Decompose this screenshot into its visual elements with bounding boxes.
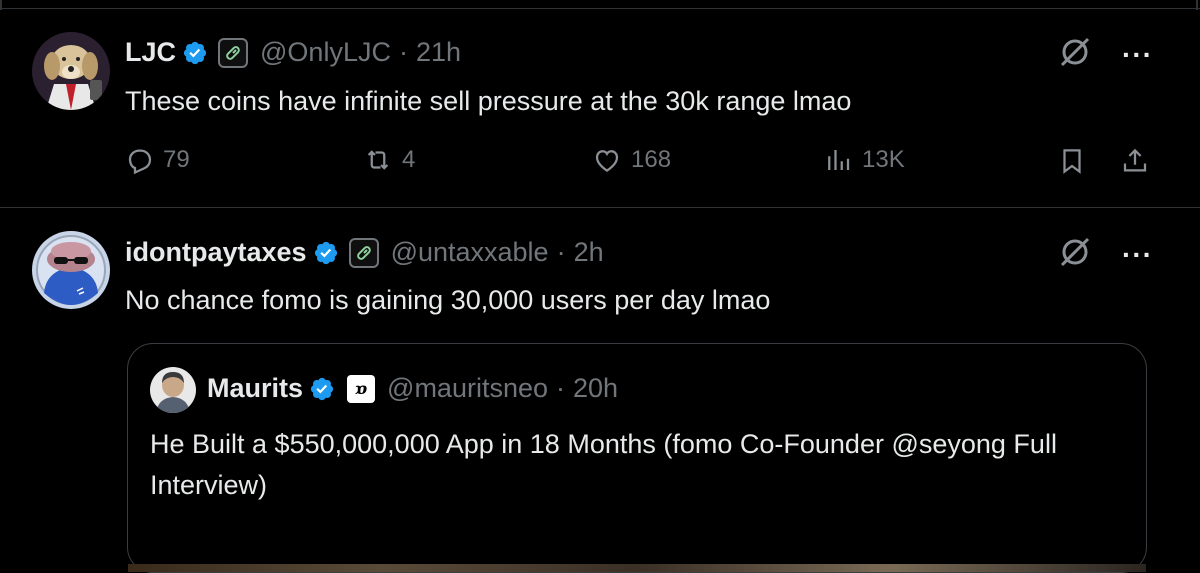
like-count: 168 [631, 146, 672, 173]
quote-media-thumbnail[interactable] [128, 564, 1146, 572]
reply-icon [128, 149, 152, 175]
bookmark-icon [1063, 149, 1081, 174]
verified-badge-icon[interactable] [313, 240, 339, 266]
avatar[interactable] [150, 367, 196, 413]
display-name[interactable]: Maurits [207, 373, 303, 404]
verified-badge-icon[interactable] [182, 40, 208, 66]
timestamp[interactable]: 21h [416, 37, 461, 68]
tweet-header: LJC @OnlyLJC · 21h [125, 37, 461, 68]
verified-badge-icon[interactable] [309, 376, 335, 402]
grok-icon[interactable] [1058, 35, 1092, 74]
timestamp[interactable]: 2h [574, 237, 604, 268]
avatar[interactable] [32, 231, 110, 309]
handle[interactable]: @untaxxable [391, 237, 549, 268]
bookmark-button[interactable] [1057, 145, 1095, 177]
separator-dot: · [556, 373, 566, 403]
reply-button[interactable]: 79 [125, 145, 190, 175]
repost-icon [367, 150, 389, 170]
views-button[interactable]: 13K [822, 145, 905, 175]
views-icon [828, 150, 850, 170]
heart-icon [595, 150, 619, 172]
reply-count: 79 [163, 146, 190, 173]
handle[interactable]: @mauritsneo [387, 373, 548, 404]
repost-count: 4 [402, 146, 416, 173]
tweet-text: These coins have infinite sell pressure … [125, 86, 852, 116]
grok-icon[interactable] [1058, 235, 1092, 274]
share-button[interactable] [1120, 145, 1158, 177]
more-options-icon[interactable]: ··· [1122, 39, 1153, 71]
tweet-top-icons: ··· [1058, 35, 1153, 74]
affiliate-badge-icon[interactable] [348, 237, 379, 268]
like-button[interactable]: 168 [591, 145, 671, 175]
tweet-header: idontpaytaxes @untaxxable · 2h [125, 237, 604, 268]
separator-dot: · [398, 37, 408, 67]
tweet-text: No chance fomo is gaining 30,000 users p… [125, 285, 771, 315]
avatar[interactable] [32, 32, 110, 110]
more-options-icon[interactable]: ··· [1122, 239, 1153, 271]
quoted-tweet[interactable]: Maurits ɒ @mauritsneo · 20h He Built a $… [127, 343, 1147, 573]
handle[interactable]: @OnlyLJC [260, 37, 391, 68]
timestamp[interactable]: 20h [573, 373, 618, 404]
tweet-actions: 79 4 168 13K [125, 145, 1155, 185]
views-count: 13K [862, 146, 905, 173]
affiliate-badge-icon[interactable]: ɒ [347, 374, 376, 403]
quote-text: He Built a $550,000,000 App in 18 Months… [150, 429, 1057, 500]
tweet-top-icons: ··· [1058, 235, 1153, 274]
display-name[interactable]: LJC [125, 37, 176, 68]
share-icon [1123, 148, 1147, 172]
repost-button[interactable]: 4 [362, 145, 415, 175]
separator-dot: · [556, 237, 566, 267]
display-name[interactable]: idontpaytaxes [125, 237, 307, 268]
quote-header: Maurits ɒ @mauritsneo · 20h [207, 373, 618, 404]
affiliate-badge-icon[interactable] [218, 37, 249, 68]
tweet[interactable]: LJC @OnlyLJC · 21h ··· These coins have … [0, 0, 1200, 207]
